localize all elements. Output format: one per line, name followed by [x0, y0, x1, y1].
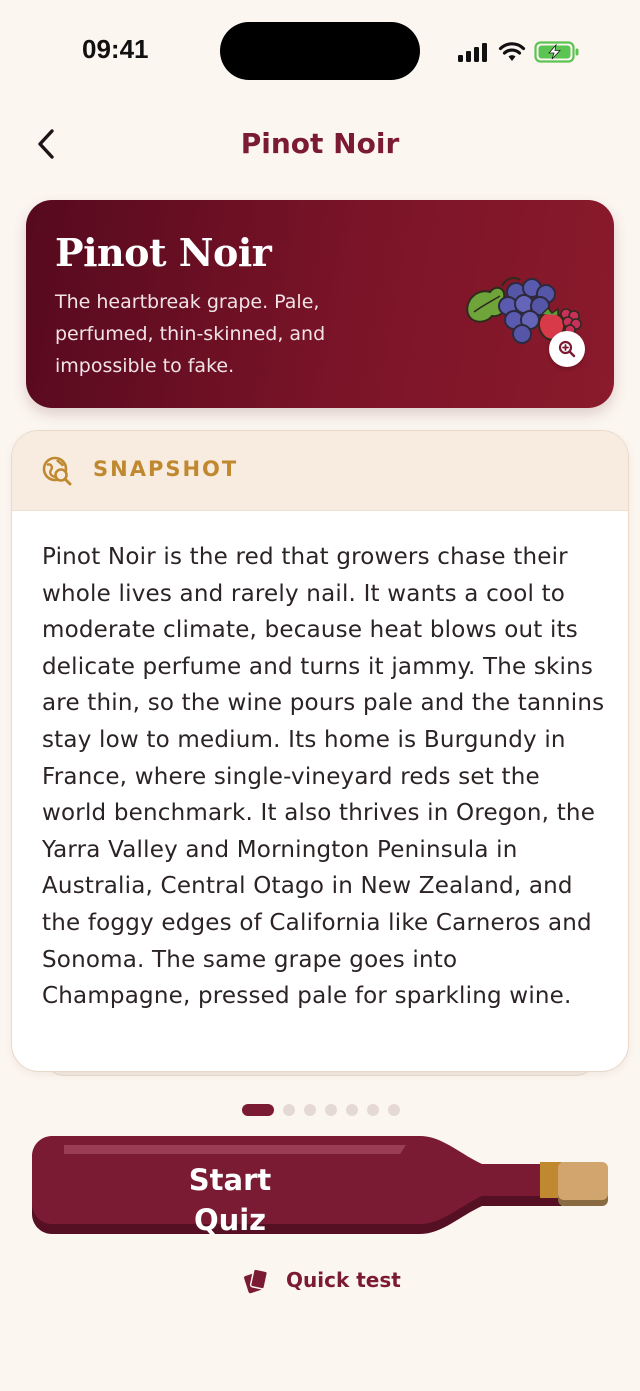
- zoom-image-button[interactable]: [549, 331, 585, 367]
- page-title: Pinot Noir: [240, 127, 400, 160]
- cellular-signal-icon: [458, 43, 487, 62]
- page-indicator: [242, 1104, 400, 1116]
- start-quiz-button[interactable]: Start Quiz: [32, 1134, 610, 1237]
- page-dot-active[interactable]: [242, 1104, 274, 1116]
- wine-bottle-icon: [32, 1136, 608, 1234]
- battery-charging-icon: [534, 41, 579, 63]
- hero-description: The heartbreak grape. Pale, perfumed, th…: [55, 291, 326, 377]
- status-time: 09:41: [82, 34, 149, 64]
- page-dot[interactable]: [367, 1104, 379, 1116]
- snapshot-label: SNAPSHOT: [93, 457, 239, 481]
- wifi-icon: [498, 42, 526, 61]
- globe-search-icon: [42, 456, 72, 486]
- grape-hero-card: Pinot Noir The heartbreak grape. Pale, p…: [26, 200, 614, 408]
- page-dot[interactable]: [304, 1104, 316, 1116]
- hero-title: Pinot Noir: [55, 230, 272, 275]
- page-dot[interactable]: [325, 1104, 337, 1116]
- page-dot[interactable]: [346, 1104, 358, 1116]
- status-bar: 09:41: [0, 0, 640, 100]
- quick-test-label: Quick test: [286, 1268, 401, 1292]
- dynamic-island: [220, 22, 420, 80]
- status-icons: [458, 38, 580, 66]
- snapshot-header: SNAPSHOT: [12, 431, 628, 511]
- page-dot[interactable]: [283, 1104, 295, 1116]
- start-quiz-label: Start Quiz: [188, 1163, 272, 1237]
- quick-test-button[interactable]: Quick test: [240, 1262, 401, 1298]
- zoom-in-icon: [558, 340, 576, 358]
- snapshot-body: Pinot Noir is the red that growers chase…: [42, 544, 605, 1010]
- cards-icon: [244, 1268, 269, 1294]
- snapshot-card[interactable]: SNAPSHOT Pinot Noir is the red that grow…: [11, 430, 629, 1072]
- page-dot[interactable]: [388, 1104, 400, 1116]
